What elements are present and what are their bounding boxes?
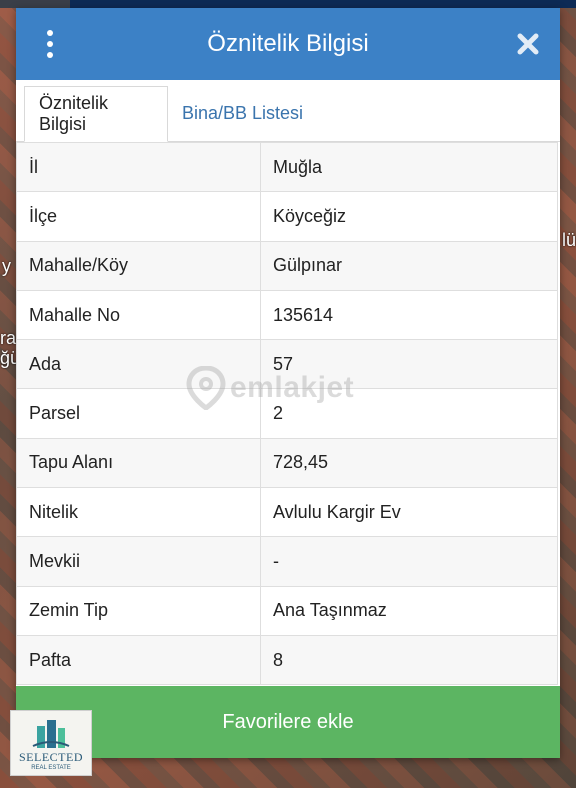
row-value: Ana Taşınmaz [260,585,558,636]
row-value: Muğla [260,141,558,193]
table-row: Mahalle No 135614 [16,289,558,341]
add-to-favorites-button[interactable]: Favorilere ekle [16,686,560,758]
map-label: lü [561,230,576,250]
row-value: 728,45 [260,437,558,489]
table-row: Mevkii - [16,536,558,587]
row-value: 2 [260,388,558,439]
dialog-title: Öznitelik Bilgisi [207,30,369,57]
row-value: 135614 [260,289,558,341]
row-key: Mahalle No [16,289,261,341]
table-row: Pafta 8 [16,634,558,686]
building-logo-icon [32,720,70,748]
row-key: Pafta [16,634,261,686]
row-value: Köyceğiz [260,191,558,242]
row-value: 8 [260,634,558,686]
tab-label: Bina/BB Listesi [182,102,304,123]
row-key: Mevkii [16,536,261,587]
table-row: Zemin Tip Ana Taşınmaz [16,585,558,636]
more-vertical-icon[interactable] [43,30,57,58]
tab-attribute-info[interactable]: Öznitelik Bilgisi [24,86,168,142]
row-key: Nitelik [16,487,261,538]
row-key: Mahalle/Köy [16,240,261,291]
row-key: Parsel [16,388,261,439]
attribute-table: İl Muğla İlçe Köyceğiz Mahalle/Köy Gülpı… [16,141,558,686]
logo-text: SELECTED [19,750,83,764]
tab-bar: Öznitelik Bilgisi Bina/BB Listesi [16,80,560,142]
table-row: İlçe Köyceğiz [16,191,558,242]
table-row: Tapu Alanı 728,45 [16,437,558,489]
selected-real-estate-logo: SELECTED REAL ESTATE [10,710,92,776]
table-row: Parsel 2 [16,388,558,439]
map-label: y [2,256,11,276]
logo-subtext: REAL ESTATE [31,765,71,771]
table-row: Nitelik Avlulu Kargir Ev [16,487,558,538]
close-icon[interactable] [516,32,540,56]
attribute-table-wrap: İl Muğla İlçe Köyceğiz Mahalle/Köy Gülpı… [16,141,560,686]
row-value: Avlulu Kargir Ev [260,487,558,538]
row-key: Zemin Tip [16,585,261,636]
map-top-strip [0,0,576,8]
dialog-header: Öznitelik Bilgisi [16,8,560,80]
table-row: Mahalle/Köy Gülpınar [16,240,558,291]
row-key: Ada [16,339,261,390]
row-value: - [260,536,558,587]
map-label: ra [0,328,17,348]
tab-label: Öznitelik Bilgisi [39,93,109,134]
row-key: İl [16,141,261,193]
row-key: İlçe [16,191,261,242]
row-value: Gülpınar [260,240,558,291]
attribute-info-dialog: Öznitelik Bilgisi Öznitelik Bilgisi Bina… [16,8,560,758]
row-value: 57 [260,339,558,390]
table-row: Ada 57 [16,339,558,390]
row-key: Tapu Alanı [16,437,261,489]
table-row: İl Muğla [16,141,558,193]
tab-building-list[interactable]: Bina/BB Listesi [168,85,317,141]
